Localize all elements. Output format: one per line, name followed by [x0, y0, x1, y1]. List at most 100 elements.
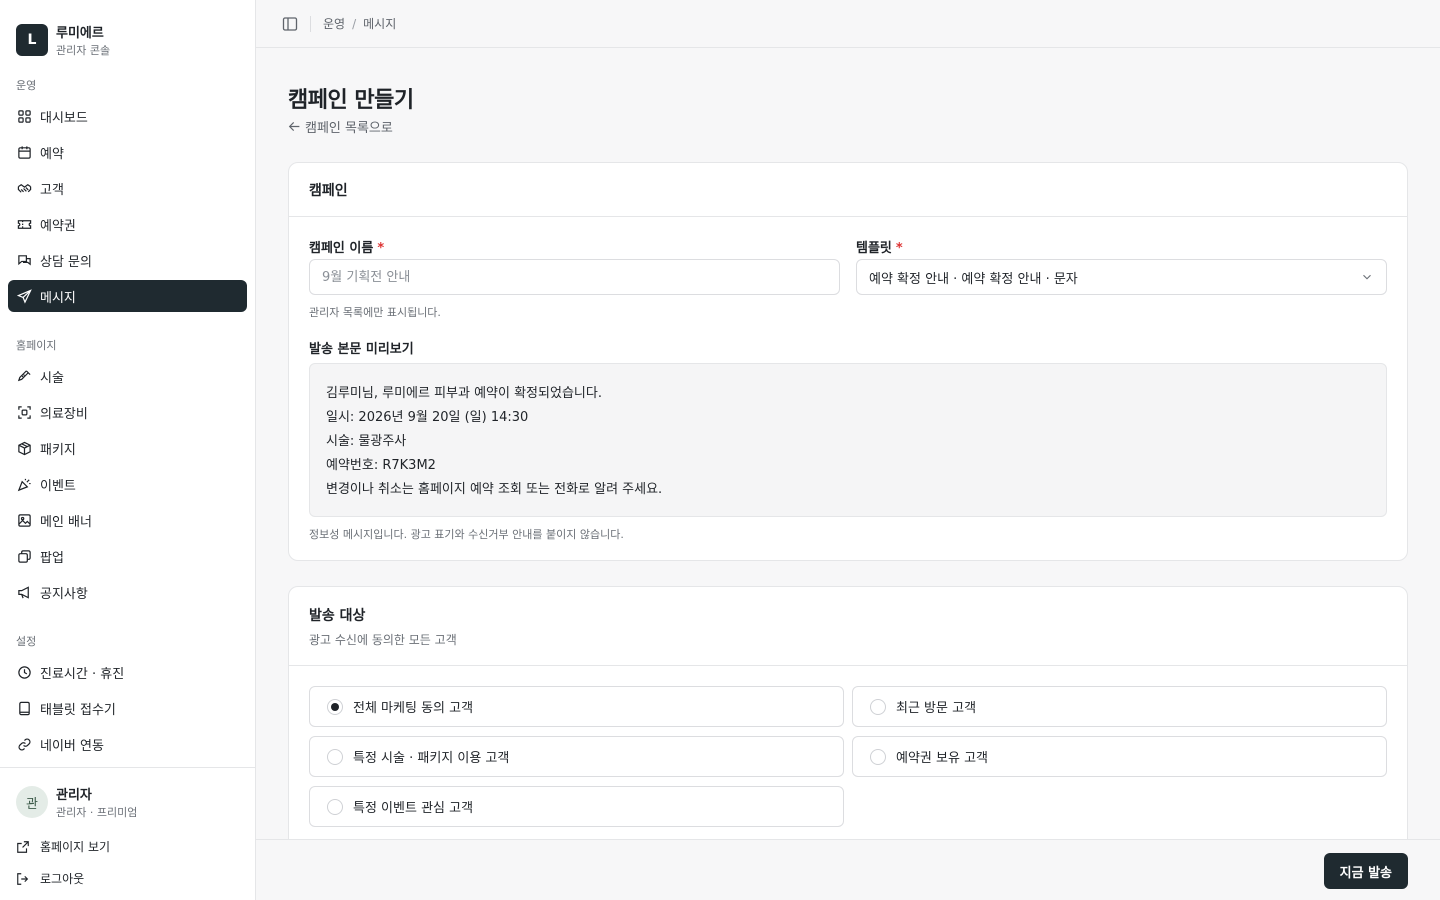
clock-icon — [18, 665, 31, 679]
preview-line: 일시: 2026년 9월 20일 (일) 14:30 — [326, 410, 529, 425]
page-title: 캠페인 만들기 — [288, 88, 414, 113]
sidebar-item-label: 메인 배너 — [40, 514, 92, 530]
sidebar: L 루미에르 관리자 콘솔 운영 대시보드 예약 고객 예약권 상담 문의 메시… — [0, 0, 256, 900]
image-icon — [18, 513, 31, 527]
sidebar-item-label: 공지사항 — [40, 586, 88, 602]
topbar-divider — [310, 15, 311, 32]
sidebar-item-treatments[interactable]: 시술 — [8, 360, 247, 392]
sidebar-item-packages[interactable]: 패키지 — [8, 432, 247, 464]
grid-icon — [18, 109, 31, 123]
sidebar-item-label: 태블릿 접수기 — [40, 702, 116, 718]
sidebar-item-label: 네이버 연동 — [40, 738, 104, 754]
user-profile[interactable]: 관 관리자 관리자 · 프리미엄 — [16, 784, 137, 820]
sidebar-item-hours[interactable]: 진료시간 · 휴진 — [8, 656, 247, 688]
megaphone-icon — [18, 585, 29, 599]
campaign-card-title: 캠페인 — [309, 182, 348, 199]
avatar: 관 — [16, 786, 48, 818]
radio-checked[interactable] — [327, 698, 343, 715]
preview-line: 시술: 물광주사 — [326, 434, 407, 449]
sidebar-item-notices[interactable]: 공지사항 — [8, 576, 247, 608]
link-icon — [18, 737, 31, 751]
sidebar-footer: 관 관리자 관리자 · 프리미엄 홈페이지 보기 로그아웃 — [0, 767, 255, 900]
preview-line: 예약번호: R7K3M2 — [326, 458, 436, 473]
sidebar-item-label: 이벤트 — [40, 478, 76, 494]
arrow-left-icon — [288, 122, 300, 131]
brand-title: 루미에르 — [56, 26, 104, 41]
preview-help: 정보성 메시지입니다. 광고 표기와 수신거부 안내를 붙이지 않습니다. — [309, 528, 624, 541]
radio[interactable] — [327, 798, 343, 815]
campaign-name-label: 캠페인 이름 * — [309, 241, 385, 256]
send-icon — [17, 288, 32, 304]
sidebar-item-main-banner[interactable]: 메인 배너 — [8, 504, 247, 536]
sidebar-item-naver[interactable]: 네이버 연동 — [8, 728, 247, 760]
external-link-icon — [17, 840, 29, 853]
sidebar-toggle-icon[interactable] — [282, 16, 298, 32]
send-now-button[interactable]: 지금 발송 — [1323, 853, 1408, 889]
sidebar-item-label: 시술 — [40, 370, 64, 386]
template-label: 템플릿 * — [856, 241, 903, 256]
target-option-voucher-holders[interactable]: 예약권 보유 고객 — [852, 736, 1387, 777]
sidebar-item-vouchers[interactable]: 예약권 — [8, 208, 247, 240]
preview-line: 변경이나 취소는 홈페이지 예약 조회 또는 전화로 알려 주세요. — [326, 482, 663, 497]
target-option-all-marketing[interactable]: 전체 마케팅 동의 고객 — [309, 686, 844, 727]
sidebar-item-consultations[interactable]: 상담 문의 — [8, 244, 247, 276]
campaign-card: 캠페인 캠페인 이름* 관리자 목록에만 표시됩니다. 템플릿* 예약 확정 안… — [288, 162, 1408, 561]
template-select[interactable]: 예약 확정 안내 · 예약 확정 안내 · 문자 — [856, 259, 1387, 295]
campaign-card-header: 캠페인 — [289, 163, 1407, 217]
bottom-action-bar: 지금 발송 — [256, 839, 1440, 900]
sidebar-item-label: 상담 문의 — [40, 254, 92, 270]
package-icon — [18, 441, 31, 455]
calendar-icon — [18, 145, 31, 159]
sidebar-item-equipment[interactable]: 의료장비 — [8, 396, 247, 428]
sidebar-item-label: 고객 — [40, 182, 64, 198]
campaign-name-input[interactable] — [309, 259, 840, 295]
radio[interactable] — [870, 748, 886, 765]
target-card-title: 발송 대상 — [309, 608, 366, 624]
layers-icon — [18, 549, 31, 563]
sidebar-item-label: 예약권 — [40, 218, 76, 234]
target-option-recent-visit[interactable]: 최근 방문 고객 — [852, 686, 1387, 727]
sidebar-item-label: 패키지 — [40, 442, 76, 458]
sidebar-section-settings: 설정 — [16, 635, 37, 648]
sidebar-item-dashboard[interactable]: 대시보드 — [8, 100, 247, 132]
breadcrumb-current: 메시지 — [363, 17, 397, 31]
sidebar-item-tablet-kiosk[interactable]: 태블릿 접수기 — [8, 692, 247, 724]
target-option-event-interest[interactable]: 특정 이벤트 관심 고객 — [309, 786, 844, 827]
preview-label: 발송 본문 미리보기 — [309, 342, 414, 357]
syringe-icon — [17, 369, 31, 381]
logout-icon — [17, 872, 29, 885]
target-card-header: 발송 대상 광고 수신에 동의한 모든 고객 — [289, 587, 1407, 666]
view-homepage-link[interactable]: 홈페이지 보기 — [16, 838, 110, 855]
breadcrumb-separator: / — [352, 16, 357, 31]
ticket-icon — [17, 219, 32, 229]
sidebar-item-popup[interactable]: 팝업 — [8, 540, 247, 572]
breadcrumb: 운영 / 메시지 — [323, 15, 396, 32]
sidebar-item-label: 팝업 — [40, 550, 64, 566]
sidebar-item-label: 진료시간 · 휴진 — [40, 666, 125, 682]
topbar: 운영 / 메시지 — [256, 0, 1440, 48]
template-select-value: 예약 확정 안내 · 예약 확정 안내 · 문자 — [869, 271, 1078, 287]
breadcrumb-parent[interactable]: 운영 — [323, 15, 345, 32]
logout-link[interactable]: 로그아웃 — [16, 870, 84, 887]
target-option-treatment-package[interactable]: 특정 시술 · 패키지 이용 고객 — [309, 736, 844, 777]
preview-line: 김루미님, 루미에르 피부과 예약이 확정되었습니다. — [326, 386, 602, 401]
user-role: 관리자 · 프리미엄 — [56, 806, 138, 819]
sidebar-item-reservations[interactable]: 예약 — [8, 136, 247, 168]
message-preview: 김루미님, 루미에르 피부과 예약이 확정되었습니다. 일시: 2026년 9월… — [309, 363, 1387, 517]
radio[interactable] — [327, 748, 343, 765]
scan-icon — [18, 405, 31, 419]
sidebar-item-events[interactable]: 이벤트 — [8, 468, 247, 500]
brand[interactable]: L 루미에르 관리자 콘솔 — [0, 0, 255, 64]
chevron-down-icon — [1363, 274, 1371, 280]
sidebar-item-label: 의료장비 — [40, 406, 88, 422]
radio[interactable] — [870, 698, 886, 715]
tablet-icon — [19, 701, 30, 715]
sidebar-item-customers[interactable]: 고객 — [8, 172, 247, 204]
sidebar-item-label: 대시보드 — [40, 110, 88, 126]
back-to-campaigns-link[interactable]: 캠페인 목록으로 — [288, 117, 393, 136]
chat-icon — [18, 254, 31, 266]
sidebar-item-label: 예약 — [40, 146, 64, 162]
sidebar-item-messages[interactable]: 메시지 — [8, 280, 247, 312]
campaign-name-help: 관리자 목록에만 표시됩니다. — [309, 306, 441, 319]
sidebar-section-homepage: 홈페이지 — [16, 339, 57, 352]
